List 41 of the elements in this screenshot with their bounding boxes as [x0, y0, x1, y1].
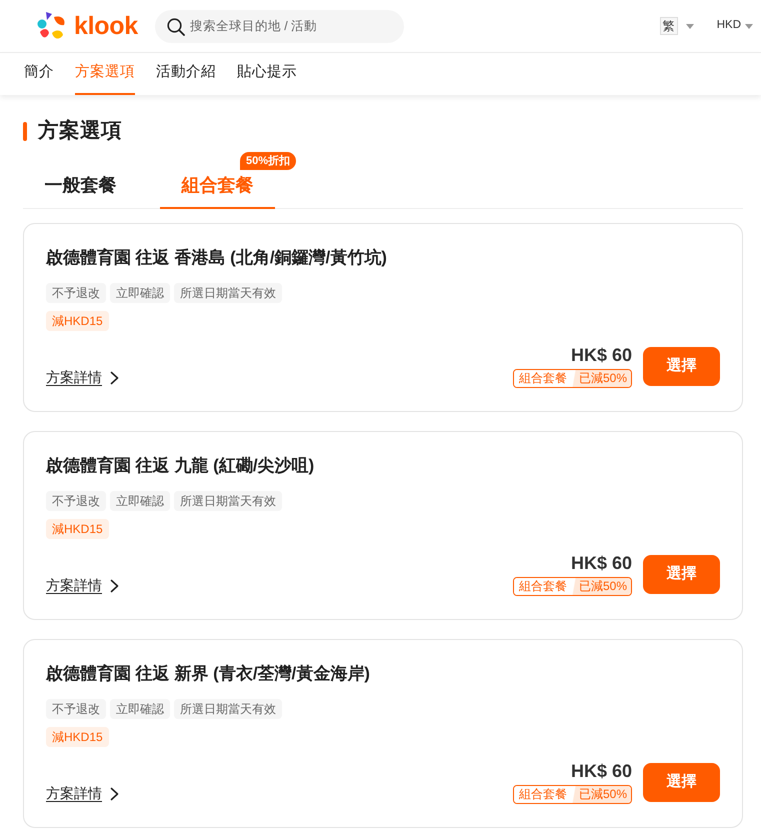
section-accent-bar	[23, 122, 27, 140]
feature-tag: 不予退改	[46, 699, 106, 719]
promo-tag: 減HKD15	[46, 311, 109, 331]
discount-tag: 50%折扣	[240, 152, 296, 170]
nav-tab[interactable]: 活動介紹	[156, 53, 216, 95]
pinwheel-logo-icon[interactable]	[37, 11, 67, 41]
nav-tab[interactable]: 簡介	[24, 53, 54, 95]
package-title: 啟德體育園 往返 九龍 (紅磡/尖沙咀)	[46, 455, 316, 477]
search-icon	[166, 18, 185, 36]
details-link[interactable]: 方案詳情	[46, 783, 119, 804]
details-link[interactable]: 方案詳情	[46, 367, 119, 388]
price-text: HK$ 60	[570, 344, 632, 366]
details-link[interactable]: 方案詳情	[46, 575, 119, 596]
package-title: 啟德體育園 往返 新界 (青衣/荃灣/黃金海岸)	[46, 663, 371, 685]
feature-tag: 不予退改	[46, 283, 106, 303]
feature-tag: 立即確認	[110, 491, 170, 511]
package-tab[interactable]: 一般套餐	[23, 163, 138, 209]
section-title: 方案選項	[38, 119, 122, 143]
feature-tag: 所選日期當天有效	[174, 491, 282, 511]
feature-tag: 所選日期當天有效	[174, 699, 282, 719]
promo-tag: 減HKD15	[46, 727, 109, 747]
discount-label: 已減50%	[570, 578, 631, 595]
feature-tag: 立即確認	[110, 283, 170, 303]
package-title: 啟德體育園 往返 香港島 (北角/銅鑼灣/黃竹坑)	[46, 247, 388, 269]
chevron-right-icon	[110, 578, 119, 592]
promo-tag: 減HKD15	[46, 519, 109, 539]
chevron-right-icon	[110, 370, 119, 384]
discount-label: 已減50%	[570, 370, 631, 387]
language-selector[interactable]: 繁	[660, 17, 678, 35]
chevron-right-icon	[110, 786, 119, 800]
price-text: HK$ 60	[570, 760, 632, 782]
feature-tag: 所選日期當天有效	[174, 283, 282, 303]
feature-tag: 不予退改	[46, 491, 106, 511]
currency-selector[interactable]: HKD	[716, 20, 741, 32]
caret-icon[interactable]	[686, 24, 694, 28]
price-text: HK$ 60	[570, 552, 632, 574]
feature-tag: 立即確認	[110, 699, 170, 719]
nav-tab[interactable]: 貼心提示	[237, 53, 297, 95]
caret-icon[interactable]	[745, 24, 753, 28]
search-field[interactable]: 搜索全球目的地 / 活動	[154, 10, 404, 42]
discount-label: 已減50%	[570, 786, 631, 803]
